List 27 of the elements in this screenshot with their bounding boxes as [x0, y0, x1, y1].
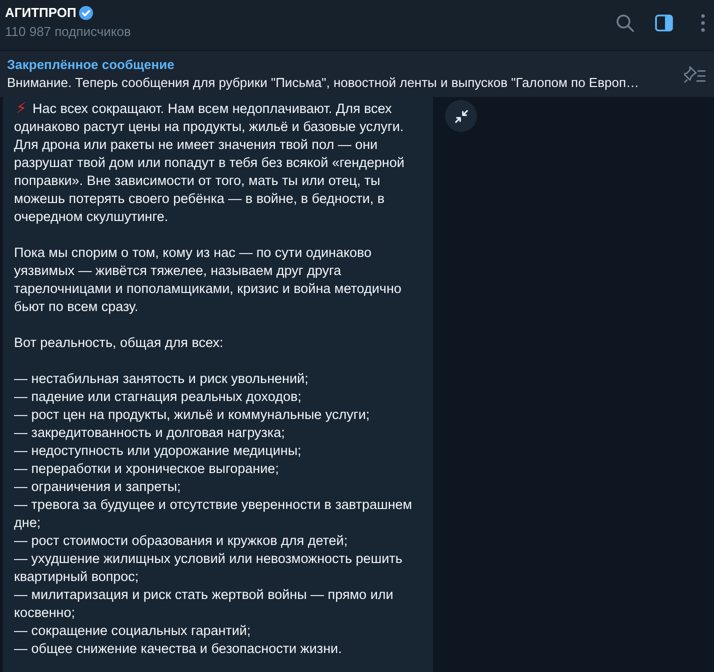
collapse-button[interactable] — [445, 100, 477, 132]
search-icon — [616, 14, 634, 32]
message-paragraph: ⚡ Нас всех сокращают. Нам всем недоплачивают. Для всех одинаково растут цены на продукты, жильё и базовые услуги. Для дрона или ракеты не имеет значения твой пол — они разрушат твой дом или попадут в тебя без всякой «гендерной поправки». Вне зависимости от того, мать ты или отец, ты можешь потерять своего ребёнка — в войне, в бедности, в очередном скулшутинге. — [14, 100, 406, 226]
message-paragraph: Пока мы спорим о том, кому из нас — по сути одинаково уязвимых — живётся тяжелее, называем друг друга тарелочницами и пополамщиками, кризис и война методично бьют по всем сразу. — [14, 244, 402, 316]
more-options-icon — [701, 14, 705, 32]
list-item: — ухудшение жилищных условий или невозможность решить квартирный вопрос; — [14, 550, 404, 586]
subscriber-count: 110 987 подписчиков — [5, 23, 131, 41]
list-item: — милитаризация и риск стать жертвой войны — прямо или косвенно; — [14, 586, 394, 622]
list-item: — сокращение социальных гарантий; — [14, 622, 252, 640]
list-item: — переработки и хроническое выгорание; — [14, 460, 280, 478]
list-item: — общее снижение качества и безопасности жизни. — [14, 640, 343, 658]
message-paragraph: Вот реальность, общая для всех: — [14, 334, 224, 352]
list-item: — тревога за будущее и отсутствие уверенности в завтрашнем дне; — [14, 496, 414, 532]
list-item: — рост цен на продукты, жильё и коммунальные услуги; — [14, 406, 371, 424]
sidebar-toggle-icon — [655, 14, 673, 32]
pinned-message-text: Внимание. Теперь сообщения для рубрики "Письма", новостной ленты и выпусков "Галопом по Европ… — [7, 74, 640, 90]
list-item: — закредитованность и долговая нагрузка; — [14, 424, 286, 442]
channel-title: АГИТПРОП — [5, 4, 76, 22]
list-item: — нестабильная занятость и риск увольнений; — [14, 370, 310, 388]
list-item: — рост стоимости образования и кружков для детей; — [14, 532, 349, 550]
pinned-title: Закреплённое сообщение — [7, 56, 176, 72]
collapse-arrows-icon — [454, 110, 468, 122]
pinned-message-bar[interactable]: Закреплённое сообщение Внимание. Теперь сообщения для рубрики "Письма", новостной ленты и выпусков "Галопом по Европ… — [0, 50, 714, 97]
pin-list-icon — [684, 65, 706, 83]
list-item: — ограничения и запреты; — [14, 478, 182, 496]
list-item: — падение или стагнация реальных доходов; — [14, 388, 302, 406]
list-item: — недоступность или удорожание медицины; — [14, 442, 302, 460]
